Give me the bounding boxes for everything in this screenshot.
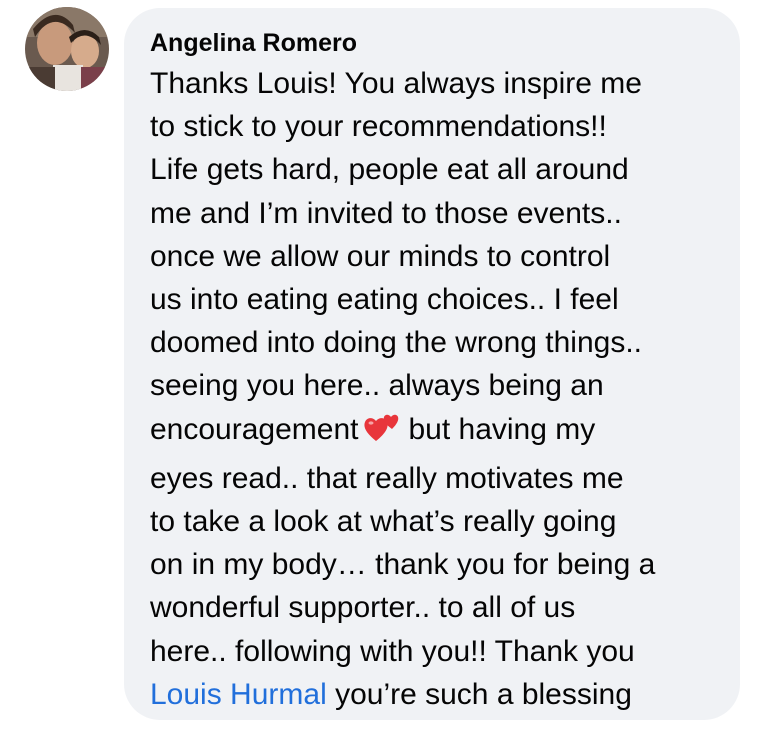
comment-line-final: Louis Hurmal you’re such a blessing [150, 673, 720, 716]
mention-link[interactable]: Louis Hurmal [150, 678, 327, 711]
comment-line: wonderful supporter.. to all of us [150, 591, 576, 625]
comment-line: on in my body… thank you for being a [150, 548, 656, 582]
profile-photo-icon [25, 7, 109, 91]
two-hearts-icon [362, 411, 402, 457]
emoji-line-suffix: but having my [408, 412, 596, 446]
comment-line: seeing you here.. always being an [150, 369, 604, 403]
final-suffix: you’re such a blessing [326, 677, 632, 711]
avatar[interactable] [25, 7, 109, 91]
emoji-line-prefix: encouragement [150, 412, 359, 446]
comment-line: doomed into doing the wrong things.. [150, 326, 642, 360]
comment-line: to stick to your recommendations!! [150, 110, 607, 144]
comment-line: here.. following with you!! Thank you [150, 634, 635, 668]
comment-line: me and I’m invited to those events.. [150, 196, 622, 230]
comment-bubble: Angelina Romero Thanks Louis! You always… [124, 8, 740, 720]
comment-line: Thanks Louis! You always inspire me [150, 67, 642, 100]
comment-line-with-emoji: encouragement but having my [150, 408, 720, 457]
comment-line: eyes read.. that really motivates me [150, 461, 624, 495]
author-name[interactable]: Angelina Romero [150, 28, 720, 58]
comment-text: Thanks Louis! You always inspire me to s… [150, 62, 720, 716]
comment-line: to take a look at what’s really going [150, 505, 617, 539]
comment-line: Life gets hard, people eat all around [150, 153, 629, 187]
comment-line: us into eating eating choices.. I feel [150, 283, 619, 317]
comment-line: once we allow our minds to control [150, 239, 611, 273]
